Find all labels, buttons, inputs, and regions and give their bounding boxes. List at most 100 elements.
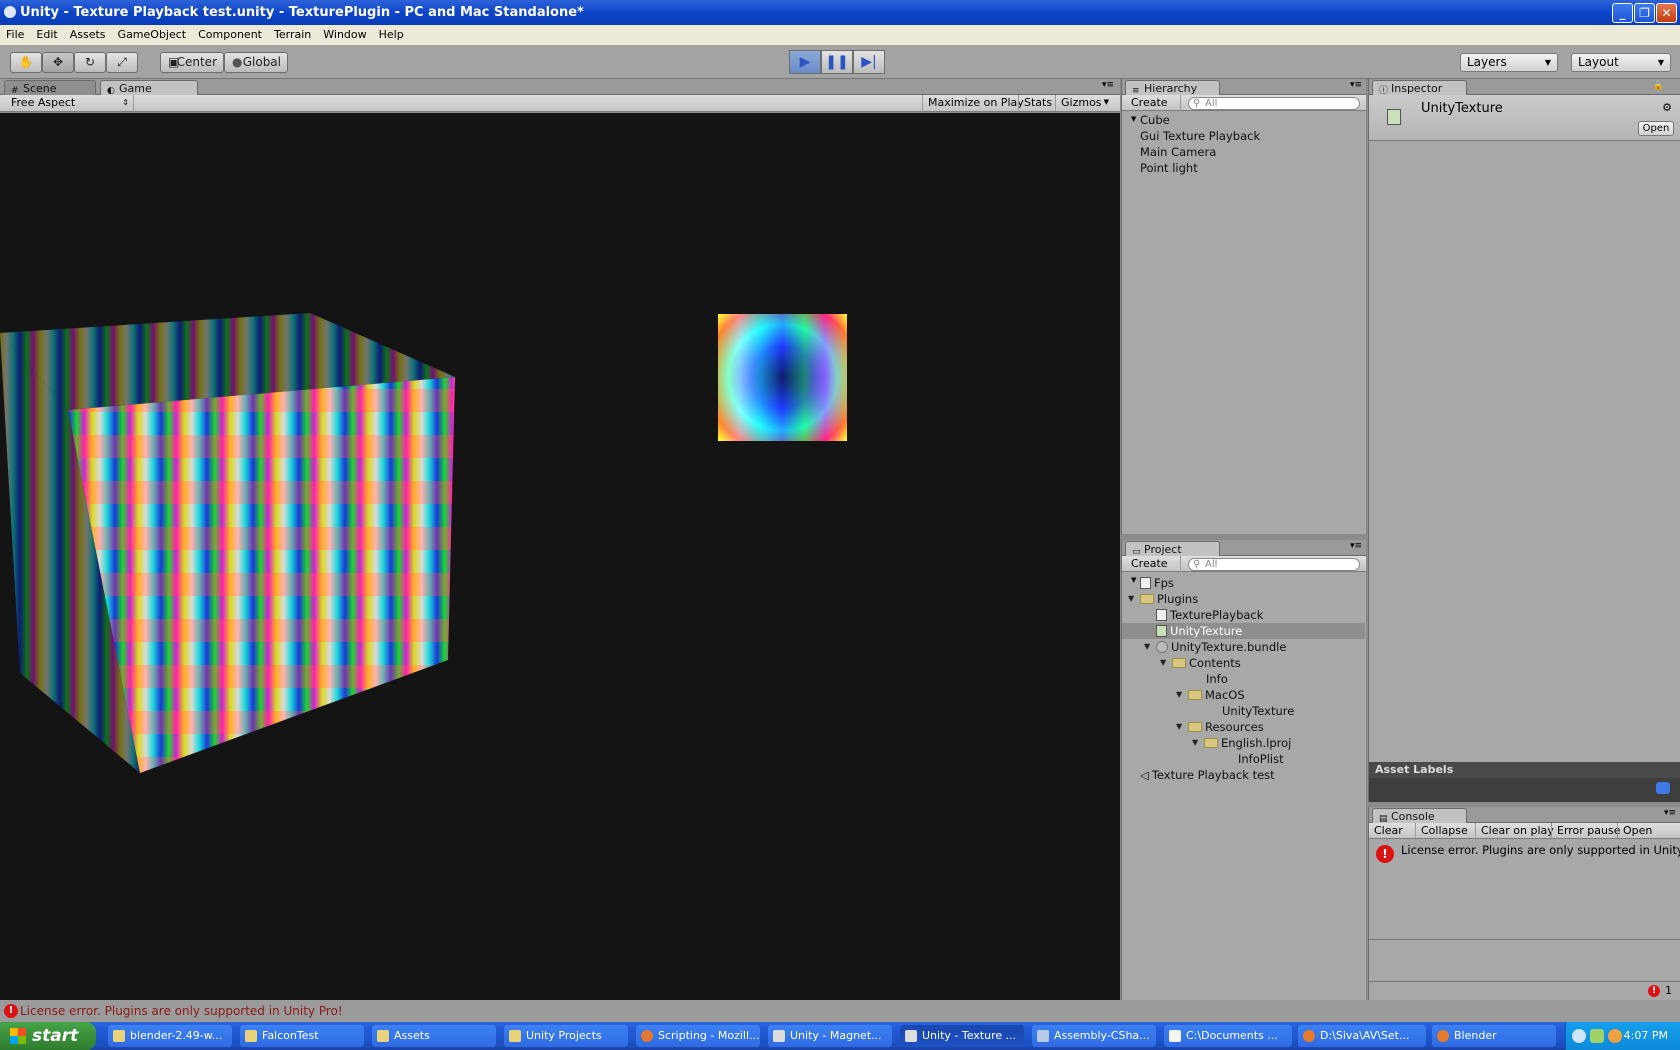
project-item-infoplist[interactable]: InfoPlist	[1238, 751, 1284, 767]
hierarchy-create-dropdown[interactable]: Create ▼	[1126, 95, 1181, 123]
move-tool-button[interactable]: ✥	[42, 52, 74, 73]
hierarchy-panel: ≡ Hierarchy ▾≡ Create ▼ ⚲ All Cube Gui Tex…	[1121, 79, 1366, 534]
menu-assets[interactable]: Assets	[64, 28, 112, 41]
menu-file[interactable]: File	[0, 28, 30, 41]
rotate-tool-button[interactable]: ↻	[74, 52, 106, 73]
hierarchy-item-main-camera[interactable]: Main Camera	[1140, 144, 1216, 160]
maximize-on-play-toggle[interactable]: Maximize on Play	[922, 95, 1029, 111]
menu-gameobject[interactable]: GameObject	[112, 28, 193, 41]
taskbar-item-falcontest[interactable]: FalconTest	[240, 1025, 364, 1047]
add-label-icon[interactable]	[1656, 782, 1670, 794]
taskbar-item-siva-av[interactable]: D:\Siva\AV\Set...	[1298, 1025, 1426, 1047]
panel-menu-icon[interactable]: ▾≡	[1350, 80, 1362, 90]
taskbar-item-assembly-csharp[interactable]: Assembly-CSha...	[1032, 1025, 1156, 1047]
minimize-button[interactable]: _	[1612, 3, 1633, 23]
hierarchy-item-cube[interactable]: Cube	[1140, 112, 1170, 128]
tab-console[interactable]: ▤ Console	[1372, 808, 1467, 824]
hierarchy-search-input[interactable]: ⚲ All	[1188, 97, 1360, 110]
menu-component[interactable]: Component	[192, 28, 268, 41]
clock[interactable]: 4:07 PM	[1624, 1029, 1668, 1042]
tab-scene[interactable]: # Scene	[4, 80, 96, 96]
console-error-pause-toggle[interactable]: Error pause	[1551, 823, 1626, 838]
taskbar-item-blender-folder[interactable]: blender-2.49-w...	[108, 1025, 232, 1047]
taskbar-item-blender[interactable]: Blender	[1432, 1025, 1556, 1047]
expand-arrow-icon[interactable]: ▼	[1128, 594, 1134, 603]
taskbar-item-unity-projects[interactable]: Unity Projects	[504, 1025, 628, 1047]
step-button[interactable]: ▶|	[853, 50, 885, 74]
tab-inspector[interactable]: ⓘ Inspector	[1372, 80, 1467, 96]
project-item-textureplayback[interactable]: TexturePlayback	[1156, 607, 1263, 623]
panel-menu-icon[interactable]: ▾≡	[1664, 808, 1676, 818]
hierarchy-item-gui-texture-playback[interactable]: Gui Texture Playback	[1140, 128, 1260, 144]
project-item-unitytexture-binary[interactable]: UnityTexture	[1222, 703, 1294, 719]
unity-app-icon	[4, 6, 16, 18]
taskbar-item-firefox[interactable]: Scripting - Mozill...	[636, 1025, 760, 1047]
project-item-unitytexture[interactable]: UnityTexture	[1156, 623, 1242, 639]
tab-project[interactable]: ▭ Project	[1125, 541, 1220, 557]
error-icon: !	[1376, 845, 1394, 863]
panel-menu-icon[interactable]: ▾≡	[1350, 541, 1362, 551]
console-open-editor-button[interactable]: Open Editor	[1617, 823, 1680, 838]
expand-arrow-icon[interactable]: ▼	[1144, 642, 1150, 651]
aspect-dropdown[interactable]: Free Aspect ⇕	[6, 95, 134, 111]
play-button[interactable]: ▶	[789, 50, 821, 74]
expand-arrow-icon[interactable]: ▼	[1176, 690, 1182, 699]
menu-terrain[interactable]: Terrain	[268, 28, 317, 41]
lock-icon[interactable]: 🔒	[1653, 81, 1664, 91]
project-item-texture-playback-test[interactable]: ◁ Texture Playback test	[1140, 767, 1275, 783]
pivot-center-toggle[interactable]: ▣ Center	[160, 52, 224, 73]
project-item-resources[interactable]: Resources	[1188, 719, 1264, 735]
project-create-dropdown[interactable]: Create ▼	[1126, 556, 1181, 584]
network-icon[interactable]	[1590, 1029, 1604, 1043]
layers-dropdown[interactable]: Layers ▼	[1460, 53, 1558, 72]
gizmos-dropdown[interactable]: Gizmos ▼	[1055, 95, 1113, 111]
tab-hierarchy[interactable]: ≡ Hierarchy	[1125, 80, 1220, 96]
restore-button[interactable]: ❐	[1634, 3, 1655, 23]
pause-button[interactable]: ❚❚	[821, 50, 853, 74]
expand-arrow-icon[interactable]: ▼	[1192, 738, 1198, 747]
console-log-entry[interactable]: ! License error. Plugins are only suppor…	[1369, 841, 1680, 863]
project-toolbar: Create ▼ ⚲ All	[1122, 556, 1366, 584]
hierarchy-item-point-light[interactable]: Point light	[1140, 160, 1198, 176]
taskbar-item-assets[interactable]: Assets	[372, 1025, 496, 1047]
console-clear-button[interactable]: Clear	[1369, 823, 1408, 838]
project-item-macos[interactable]: MacOS	[1188, 687, 1245, 703]
stats-toggle[interactable]: Stats	[1018, 95, 1057, 111]
taskbar-item-documents[interactable]: C:\Documents ...	[1164, 1025, 1292, 1047]
close-window-button[interactable]: ✕	[1656, 3, 1677, 23]
start-button[interactable]: start	[0, 1022, 96, 1050]
project-item-info[interactable]: Info	[1206, 671, 1228, 687]
menu-help[interactable]: Help	[373, 28, 410, 41]
gear-icon[interactable]: ⚙	[1662, 101, 1672, 114]
scale-tool-button[interactable]: ⤢	[106, 52, 138, 73]
pivot-global-toggle[interactable]: ● Global	[224, 52, 288, 73]
hand-tool-button[interactable]: ✋	[10, 52, 42, 73]
open-button[interactable]: Open	[1638, 121, 1674, 136]
console-collapse-toggle[interactable]: Collapse	[1415, 823, 1473, 838]
pivot-icon: ▣	[168, 55, 180, 69]
notepad-icon	[1169, 1030, 1181, 1042]
console-clear-on-play-toggle[interactable]: Clear on play	[1475, 823, 1559, 838]
script-icon	[1156, 609, 1167, 621]
asset-labels-panel: Asset Labels	[1368, 762, 1680, 802]
project-item-contents[interactable]: Contents	[1172, 655, 1241, 671]
tab-game[interactable]: ◐ Game	[100, 80, 198, 96]
tray-app-icon[interactable]	[1608, 1029, 1622, 1043]
taskbar-item-unity-texture[interactable]: Unity - Texture ...	[900, 1025, 1024, 1047]
project-item-english-lproj[interactable]: English.lproj	[1204, 735, 1291, 751]
tray-expand-icon[interactable]	[1572, 1029, 1586, 1043]
project-item-unitytexture-bundle[interactable]: UnityTexture.bundle	[1156, 639, 1286, 655]
project-search-input[interactable]: ⚲ All	[1188, 558, 1360, 571]
taskbar-item-unity-magnet[interactable]: Unity - Magnet...	[768, 1025, 892, 1047]
menu-edit[interactable]: Edit	[30, 28, 63, 41]
project-item-fps[interactable]: Fps	[1140, 575, 1174, 591]
status-bar[interactable]: ! License error. Plugins are only suppor…	[0, 1000, 1680, 1022]
menu-window[interactable]: Window	[317, 28, 372, 41]
layout-dropdown[interactable]: Layout ▼	[1571, 53, 1671, 72]
panel-menu-icon[interactable]: ▾≡	[1102, 80, 1114, 90]
expand-arrow-icon[interactable]: ▼	[1160, 658, 1166, 667]
game-viewport[interactable]	[0, 113, 1120, 1000]
firefox-icon	[641, 1030, 653, 1042]
expand-arrow-icon[interactable]: ▼	[1176, 722, 1182, 731]
project-item-plugins[interactable]: Plugins	[1140, 591, 1198, 607]
